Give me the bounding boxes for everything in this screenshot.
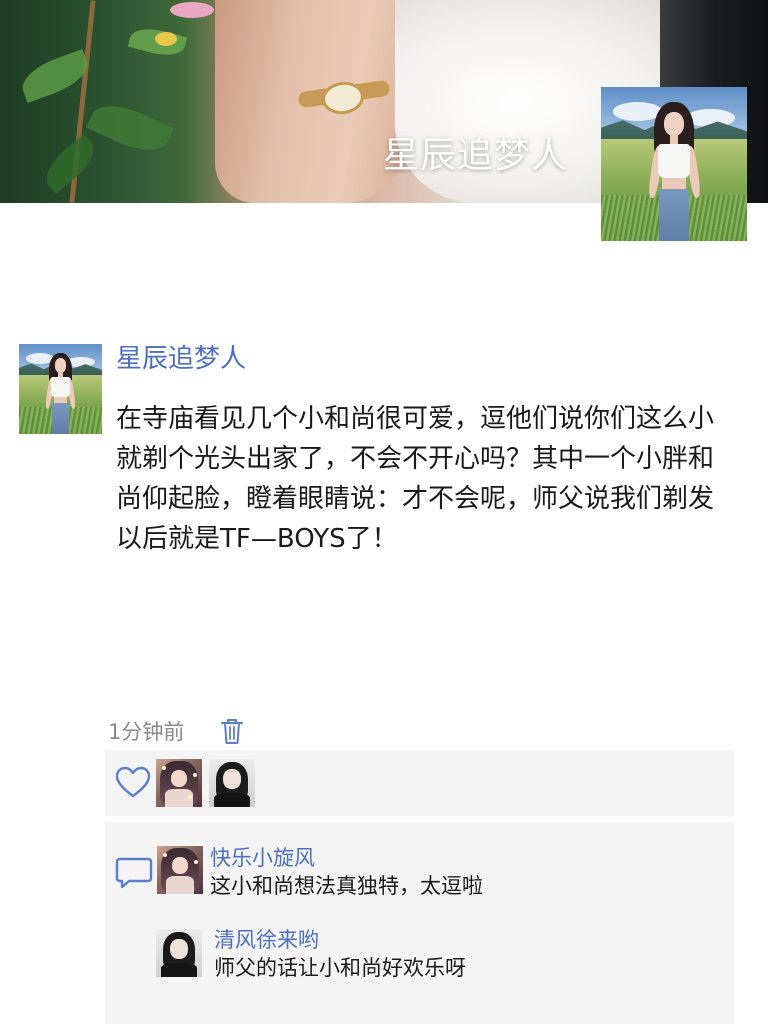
heart-icon[interactable] xyxy=(114,764,152,802)
cover-leaf xyxy=(86,94,174,162)
avatar-body xyxy=(166,875,194,894)
sparkle-dot xyxy=(161,765,166,770)
sparkle-dot xyxy=(162,852,167,857)
comment-text: 这小和尚想法真独特，太逗啦 xyxy=(210,874,483,898)
comment-author-name[interactable]: 清风徐来哟 xyxy=(214,926,319,954)
comment-bubble-icon[interactable] xyxy=(111,850,157,894)
post-timestamp: 1分钟前 xyxy=(108,720,185,744)
comment-author-name[interactable]: 快乐小旋风 xyxy=(210,844,315,872)
profile-display-name: 星辰追梦人 xyxy=(383,135,569,176)
cover-leaf xyxy=(38,133,102,195)
avatar-face xyxy=(663,111,685,137)
avatar-jeans xyxy=(52,403,69,434)
avatar-white-top xyxy=(51,377,70,398)
avatar-face xyxy=(170,769,188,787)
comment-author-avatar[interactable] xyxy=(156,929,202,977)
like-avatar[interactable] xyxy=(156,759,202,807)
avatar-body xyxy=(160,962,198,977)
like-avatar[interactable] xyxy=(209,759,255,807)
cover-flower-bud xyxy=(155,32,177,46)
post-text: 在寺庙看见几个小和尚很可爱，逗他们说你们这么小就剃个光头出家了，不会不开心吗？其… xyxy=(116,404,715,554)
comment-text: 师父的话让小和尚好欢乐呀 xyxy=(214,956,466,980)
avatar-face xyxy=(171,856,189,874)
avatar-face xyxy=(54,358,67,373)
comment-author-avatar[interactable] xyxy=(157,846,203,894)
avatar-face xyxy=(223,768,241,789)
post-author-name[interactable]: 星辰追梦人 xyxy=(116,340,246,378)
avatar-jeans xyxy=(659,188,689,241)
trash-icon[interactable] xyxy=(219,716,245,746)
profile-avatar[interactable] xyxy=(601,87,747,241)
avatar-body xyxy=(213,792,251,807)
avatar-face xyxy=(170,938,188,959)
avatar-white-top xyxy=(657,143,691,178)
cover-flower xyxy=(170,2,214,18)
post-author-avatar[interactable] xyxy=(19,344,102,434)
avatar-neck xyxy=(669,134,679,144)
